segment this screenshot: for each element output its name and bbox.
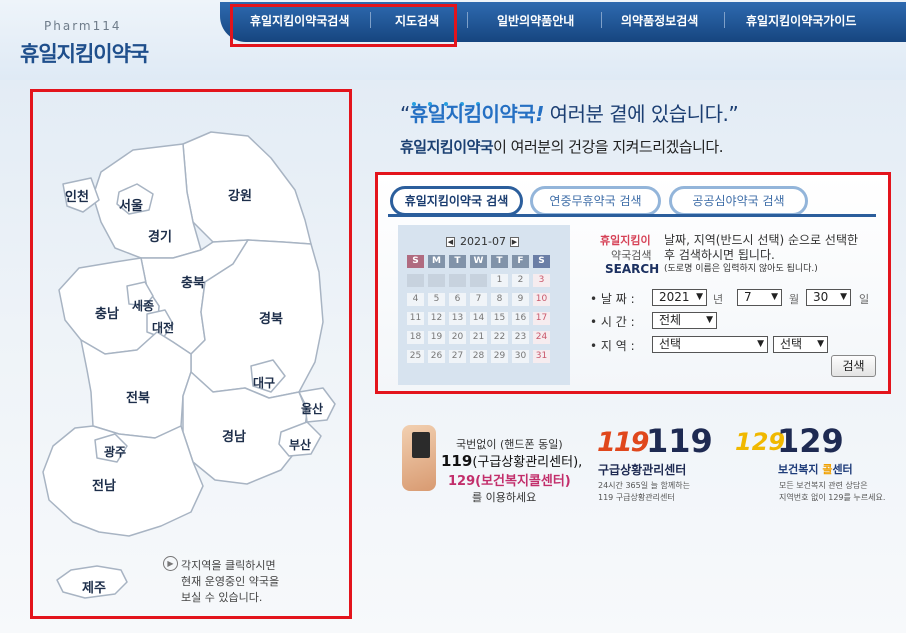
hotline-line2: 119(구급상황관리센터),: [441, 452, 583, 470]
center-129-desc1: 모든 보건복지 관련 상담은: [779, 481, 868, 490]
map-note-line2: 현재 운영중인 약국을: [181, 575, 280, 588]
label-busan[interactable]: 부산: [289, 436, 311, 453]
nav-divider: [467, 12, 468, 28]
logo-119: 119: [597, 427, 649, 458]
search-panel-highlight-box: [375, 172, 891, 394]
label-jeonbuk[interactable]: 전북: [126, 387, 150, 406]
label-chungbuk[interactable]: 충북: [181, 272, 205, 291]
hotline-line3: 129(보건복지콜센터): [448, 474, 571, 489]
map-note-line1: 각지역을 클릭하시면: [181, 559, 276, 572]
nav-otc-info[interactable]: 일반의약품안내: [497, 12, 574, 29]
label-jeonnam[interactable]: 전남: [92, 475, 116, 494]
label-sejong[interactable]: 세종: [132, 297, 154, 314]
label-gangwon[interactable]: 강원: [228, 185, 252, 204]
label-ulsan[interactable]: 울산: [301, 400, 323, 417]
label-gyeonggi[interactable]: 경기: [148, 226, 172, 245]
center-119-desc1: 24시간 365일 늘 함께하는: [598, 481, 690, 490]
slogan-subline: 휴일지킴이약국이 여러분의 건강을 지켜드리겠습니다.: [400, 138, 723, 156]
number-119: 119: [646, 422, 713, 460]
label-jeju[interactable]: 제주: [82, 577, 106, 596]
number-129: 129: [777, 422, 844, 460]
nav-divider: [601, 12, 602, 28]
brand-english: Pharm114: [44, 19, 122, 33]
label-daegu[interactable]: 대구: [253, 374, 275, 391]
nav-pharmacy-guide[interactable]: 휴일지킴이약국가이드: [746, 12, 856, 29]
label-daejeon[interactable]: 대전: [152, 319, 174, 336]
nav-divider: [724, 12, 725, 28]
slogan-headline: “휴일지킴이약국! 여러분 곁에 있습니다.”: [400, 102, 739, 126]
play-circle-icon: ▶: [163, 556, 178, 571]
map-highlight-box: [30, 89, 352, 619]
brand-logo[interactable]: 휴일지킴이약국: [20, 38, 149, 68]
hotline-line1: 국번없이 (핸드폰 동일): [456, 438, 563, 451]
label-seoul[interactable]: 서울: [119, 195, 143, 214]
phone-screen: [412, 432, 430, 458]
label-gwangju[interactable]: 광주: [104, 443, 126, 460]
center-129-title: 보건복지 콜센터: [778, 463, 853, 476]
center-119-title: 구급상황관리센터: [598, 463, 687, 477]
label-gyeongnam[interactable]: 경남: [222, 426, 246, 445]
label-gyeongbuk[interactable]: 경북: [259, 308, 283, 327]
nav-drug-info-search[interactable]: 의약품정보검색: [621, 12, 698, 29]
hotline-line4: 를 이용하세요: [472, 491, 537, 504]
center-129-desc2: 지역번호 없이 129를 누르세요.: [779, 493, 886, 502]
nav-highlight-box: [230, 4, 457, 47]
label-incheon[interactable]: 인천: [65, 186, 89, 205]
center-119-desc2: 119 구급상황관리센터: [598, 493, 675, 502]
label-chungnam[interactable]: 충남: [95, 303, 119, 322]
map-note-line3: 보실 수 있습니다.: [181, 591, 263, 604]
